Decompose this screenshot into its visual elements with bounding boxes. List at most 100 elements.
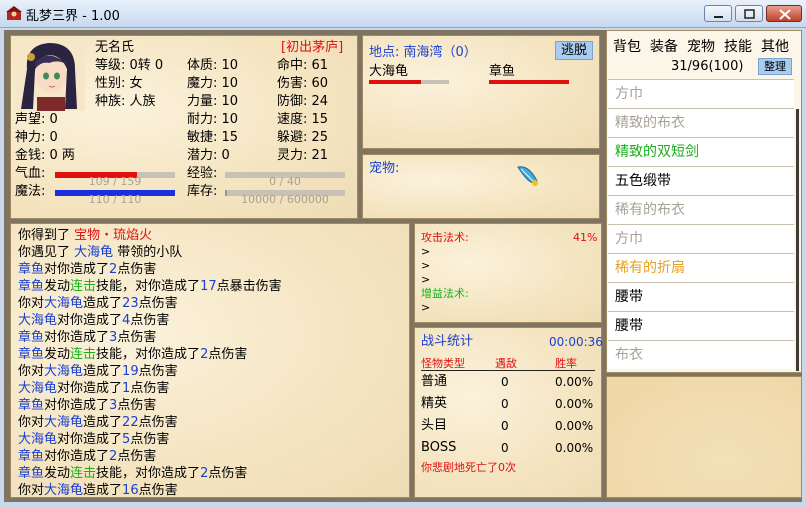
log-segment: 对你造成了 (44, 449, 110, 464)
inventory-item[interactable]: 精致的双短剑 (608, 137, 794, 166)
log-segment: 16 (122, 483, 139, 498)
log-segment: 对你造成了 (44, 398, 110, 413)
battle-log: 你得到了 宝物・琉焰火 你遇见了 大海龟 带领的小队 章鱼对你造成了2点伤害 章鱼发动… (10, 223, 410, 498)
log-segment: 点伤害 (208, 466, 248, 481)
log-segment: 章鱼 (18, 466, 45, 481)
stat-endurance: 耐力: 10 (187, 112, 239, 127)
maximize-icon (744, 9, 755, 19)
log-segment: 连击 (70, 347, 97, 362)
log-segment: 你对 (18, 483, 45, 498)
log-segment: 技能，对你造成了 (96, 466, 201, 481)
log-segment: 点伤害 (117, 330, 157, 345)
tab-backpack[interactable]: 背包 (613, 36, 641, 56)
log-segment: 点伤害 (130, 381, 170, 396)
inventory-panel: 背包 装备 宠物 技能 其他 31/96(100) 整理 方巾 精致的布衣 精致的双… (606, 30, 802, 373)
log-segment: 连击 (70, 279, 97, 294)
inventory-scrollbar[interactable] (796, 109, 799, 371)
inventory-item[interactable]: 精致的布衣 (608, 108, 794, 137)
tab-skills[interactable]: 技能 (724, 36, 752, 56)
log-segment: 技能，对你造成了 (96, 279, 201, 294)
log-line: 章鱼发动连击技能，对你造成了2点伤害 (18, 465, 247, 482)
tab-other[interactable]: 其他 (761, 36, 789, 56)
log-line: 大海龟对你造成了4点伤害 (18, 312, 169, 329)
death-count: 你悲剧地死亡了0次 (421, 461, 516, 474)
stat-gender: 性别: 女 (95, 76, 143, 91)
stat-row-encounter: 0 (501, 397, 509, 411)
log-segment: 章鱼 (18, 347, 45, 362)
log-line: 你对大海龟造成了23点伤害 (18, 295, 178, 312)
title-bar: 乱梦三界 - 1.00 (0, 0, 806, 28)
log-segment: 点伤害 (138, 364, 178, 379)
log-segment: 宝物・琉焰火 (74, 228, 153, 243)
stat-row-type: BOSS (421, 440, 457, 455)
log-line: 章鱼对你造成了2点伤害 (18, 261, 156, 278)
attack-spell-percent: 41% (573, 231, 598, 244)
log-segment: 大海龟 (44, 415, 84, 430)
log-segment: 大海龟 (44, 296, 84, 311)
inventory-item[interactable]: 稀有的折扇 (608, 253, 794, 282)
log-segment: 对你造成了 (44, 262, 110, 277)
spell-panel: 攻击法术: 41% > > > 增益法术: > (414, 223, 602, 323)
log-segment: 22 (122, 415, 139, 430)
monster-hp-bar (369, 80, 449, 84)
sort-button[interactable]: 整理 (758, 58, 792, 75)
character-panel: 无名氏 [初出茅庐] 等级: 0转 0 性别: 女 种族: 人族 体质: 10 … (10, 35, 358, 219)
tab-pets[interactable]: 宠物 (687, 36, 715, 56)
stat-row-rate: 0.00% (555, 441, 594, 455)
log-segment: 大海龟 (44, 483, 84, 498)
log-segment: 发动 (44, 466, 71, 481)
monster-hp-fill (369, 80, 421, 84)
battle-stats-panel: 战斗统计 00:00:36 怪物类型 遇敌 胜率 普通 0 0.00% 精英 0 0.00… (414, 327, 603, 498)
log-segment: 点伤害 (130, 432, 170, 447)
inventory-item[interactable]: 稀有的布衣 (608, 195, 794, 224)
log-segment: 点伤害 (138, 483, 178, 498)
hp-value: 109 / 159 (88, 175, 142, 188)
log-segment: 发动 (44, 279, 71, 294)
log-segment: 17 (200, 279, 217, 294)
stat-damage: 伤害: 60 (277, 76, 329, 91)
empty-panel (606, 376, 802, 498)
stat-defense: 防御: 24 (277, 94, 329, 109)
inventory-item[interactable]: 布衣 (608, 340, 794, 369)
inventory-item[interactable]: 腰带 (608, 311, 794, 340)
inventory-item[interactable]: 腰带 (608, 282, 794, 311)
log-segment: 章鱼 (18, 279, 45, 294)
inventory-item[interactable]: 五色缎带 (608, 166, 794, 195)
pet-feather-icon[interactable] (515, 163, 541, 189)
inventory-tabs: 背包 装备 宠物 技能 其他 31/96(100) 整理 (607, 31, 801, 79)
log-line: 你对大海龟造成了19点伤害 (18, 363, 178, 380)
log-line: 大海龟对你造成了1点伤害 (18, 380, 169, 397)
monster-name[interactable]: 章鱼 (489, 60, 515, 79)
close-button[interactable] (766, 5, 802, 22)
stat-row-type: 普通 (421, 374, 448, 389)
maximize-button[interactable] (735, 5, 763, 22)
stat-hit: 命中: 61 (277, 58, 329, 73)
log-line: 章鱼对你造成了3点伤害 (18, 397, 156, 414)
flee-button[interactable]: 逃脱 (555, 41, 593, 60)
exp-value: 0 / 40 (269, 175, 301, 188)
monster-name[interactable]: 大海龟 (369, 60, 408, 79)
log-segment: 点伤害 (208, 347, 248, 362)
log-segment: 点暴击伤害 (216, 279, 282, 294)
log-segment: 大海龟 (74, 245, 114, 260)
tab-equipment[interactable]: 装备 (650, 36, 678, 56)
log-line: 你对大海龟造成了22点伤害 (18, 414, 178, 431)
log-segment: 大海龟 (18, 313, 58, 328)
inventory-count: 31/96(100) (671, 59, 744, 74)
table-divider (421, 370, 595, 371)
stat-fame: 声望: 0 (15, 112, 58, 127)
buff-spell-slot[interactable]: > (421, 300, 430, 316)
log-segment: 对你造成了 (57, 381, 123, 396)
log-segment: 大海龟 (44, 364, 84, 379)
minimize-button[interactable] (704, 5, 732, 22)
stat-magic-power: 魔力: 10 (187, 76, 239, 91)
log-segment: 技能，对你造成了 (96, 347, 201, 362)
log-segment: 点伤害 (117, 449, 157, 464)
close-icon (779, 9, 791, 20)
log-line: 大海龟对你造成了5点伤害 (18, 431, 169, 448)
pet-label: 宠物: (369, 161, 400, 176)
inventory-item[interactable]: 方巾 (608, 224, 794, 253)
battle-timer: 00:00:36 (549, 335, 603, 349)
log-line: 章鱼对你造成了3点伤害 (18, 329, 156, 346)
inventory-item[interactable]: 方巾 (608, 79, 794, 108)
